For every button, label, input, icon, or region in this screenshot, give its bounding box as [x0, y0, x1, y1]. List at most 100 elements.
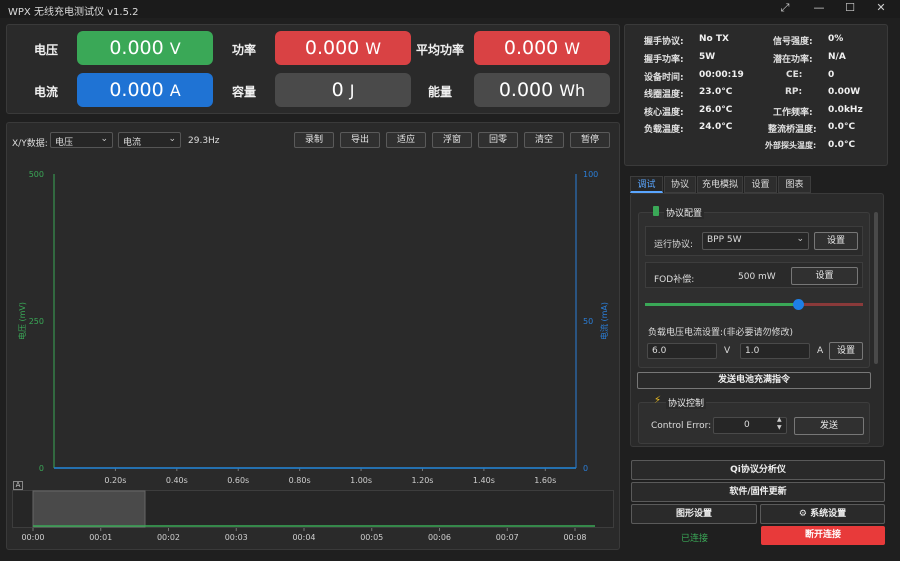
gear-icon: ⚙ — [798, 509, 807, 519]
overview-tick-label: 00:00 — [21, 533, 44, 542]
info-label: RP: — [785, 87, 803, 97]
capacity-unit: J — [349, 80, 355, 100]
maximize-icon[interactable]: ☐ — [835, 0, 865, 18]
info-value: No TX — [699, 34, 729, 44]
y-right-axis-label: 电流 (mA) — [599, 302, 609, 340]
info-value: 0 — [828, 70, 835, 80]
disconnect-button[interactable]: 断开连接 — [761, 526, 885, 545]
info-label: CE: — [786, 70, 803, 80]
overview-chart[interactable]: 00:00 00:01 00:02 00:03 00:04 00:05 00:06 00:07… — [12, 490, 614, 546]
current-input[interactable]: 1.0 — [740, 343, 810, 359]
info-value: 24.0°C — [699, 122, 733, 132]
tab-debug[interactable]: 调试 — [630, 176, 663, 193]
energy-label: 能量 — [428, 85, 453, 99]
minimize-icon[interactable]: — — [804, 0, 834, 18]
overview-window[interactable] — [32, 490, 146, 528]
y-right-tick: 100 — [583, 170, 598, 179]
overview-tick-label: 00:03 — [225, 533, 248, 542]
chevron-down-icon: ⌄ — [168, 134, 176, 144]
info-label: 外部探头温度: — [765, 141, 817, 150]
voltage-label: 电压 — [34, 43, 59, 57]
pause-button[interactable]: 暂停 — [570, 132, 610, 148]
window-title: WPX 无线充电测试仪 v1.5.2 — [8, 7, 139, 18]
power-card: 0.000 W — [275, 31, 411, 65]
info-label: 设备时间: — [644, 73, 684, 83]
voltage-unit: V — [169, 38, 181, 58]
system-settings-label: 系统设置 — [810, 509, 847, 519]
run-protocol-select[interactable]: BPP 5W ⌄ — [702, 232, 809, 250]
power-value: 0.000 — [304, 37, 360, 59]
x-tick-label: 1.20s — [411, 476, 433, 485]
collapse-overview-button[interactable]: A — [13, 481, 23, 490]
info-label: 握手功率: — [644, 55, 684, 65]
control-error-input[interactable]: 0 — [713, 417, 787, 434]
run-protocol-set-button[interactable]: 设置 — [814, 232, 858, 250]
info-label: 负载温度: — [644, 125, 684, 135]
info-value: N/A — [828, 52, 846, 62]
info-value: 5W — [699, 52, 716, 62]
tab-charts[interactable]: 图表 — [778, 176, 811, 193]
firmware-update-button[interactable]: 软件/固件更新 — [631, 482, 885, 502]
current-unit-label: A — [817, 346, 824, 356]
y-data-value: 电流 — [123, 138, 142, 148]
scrollbar[interactable] — [874, 212, 878, 364]
power-unit: W — [365, 38, 382, 58]
title-bar: WPX 无线充电测试仪 v1.5.2 ⤢ — ☐ ✕ — [0, 0, 900, 18]
export-button[interactable]: 导出 — [340, 132, 380, 148]
capacity-label: 容量 — [232, 85, 257, 99]
overview-tick-label: 00:06 — [428, 533, 451, 542]
voltage-card: 0.000 V — [77, 31, 213, 65]
close-icon[interactable]: ✕ — [866, 0, 896, 18]
slider-fill — [645, 303, 798, 306]
overview-tick-label: 00:04 — [292, 533, 315, 542]
reset-zero-button[interactable]: 回零 — [478, 132, 518, 148]
current-card: 0.000 A — [77, 73, 213, 107]
fod-value: 500 mW — [738, 272, 776, 282]
tab-protocol[interactable]: 协议 — [664, 176, 696, 193]
info-label: 握手协议: — [644, 37, 684, 47]
protocol-control-title: 协议控制 — [666, 396, 707, 409]
y-left-tick: 0 — [39, 464, 44, 473]
info-value: 0.0°C — [828, 140, 856, 150]
float-window-button[interactable]: 浮窗 — [432, 132, 472, 148]
fod-label: FOD补偿: — [654, 275, 695, 285]
system-settings-button[interactable]: ⚙ 系统设置 — [760, 504, 885, 524]
battery-icon — [653, 206, 659, 216]
x-tick-label: 0.60s — [227, 476, 249, 485]
energy-value: 0.000 — [498, 79, 554, 101]
chevron-down-icon: ⌄ — [100, 134, 108, 144]
send-full-charge-button[interactable]: 发送电池充满指令 — [637, 372, 871, 389]
chevron-down-icon: ⌄ — [796, 234, 804, 244]
capacity-card: 0J — [275, 73, 411, 107]
y-right-tick: 50 — [583, 317, 593, 326]
info-label: 信号强度: — [773, 37, 813, 47]
x-tick-label: 1.00s — [350, 476, 372, 485]
slider-thumb[interactable] — [793, 299, 804, 310]
power-label: 功率 — [232, 43, 257, 57]
x-data-select[interactable]: 电压 ⌄ — [50, 132, 113, 148]
connection-status: 已连接 — [681, 534, 709, 544]
load-set-button[interactable]: 设置 — [829, 342, 863, 360]
y-data-select[interactable]: 电流 ⌄ — [118, 132, 181, 148]
clear-button[interactable]: 清空 — [524, 132, 564, 148]
tab-settings[interactable]: 设置 — [744, 176, 777, 193]
protocol-config-title: 协议配置 — [664, 206, 705, 219]
fod-set-button[interactable]: 设置 — [791, 267, 858, 285]
fod-slider[interactable] — [645, 298, 863, 312]
voltage-input[interactable]: 6.0 — [647, 343, 717, 359]
send-control-error-button[interactable]: 发送 — [794, 417, 864, 435]
tab-charge-simulation[interactable]: 充电模拟 — [697, 176, 743, 193]
record-button[interactable]: 录制 — [294, 132, 334, 148]
x-tick-label: 0.20s — [104, 476, 126, 485]
fit-button[interactable]: 适应 — [386, 132, 426, 148]
y-left-tick: 250 — [29, 317, 44, 326]
x-ticks: 0.20s 0.40s 0.60s 0.80s 1.00s 1.20s 1.40s 1.60s — [104, 468, 556, 485]
spin-arrows-icon[interactable]: ▲ ▼ — [777, 416, 782, 432]
qi-analyzer-button[interactable]: Qi协议分析仪 — [631, 460, 885, 480]
overview-ticks: 00:00 00:01 00:02 00:03 00:04 00:05 00:06 00:07… — [21, 528, 587, 542]
info-label: 核心温度: — [644, 108, 684, 118]
restore-icon[interactable]: ⤢ — [770, 0, 800, 18]
main-chart[interactable]: 500 250 0 100 50 0 电压 (mV) 电流 (mA) 0.20s… — [8, 160, 618, 490]
overview-tick-label: 00:05 — [360, 533, 383, 542]
graphics-settings-button[interactable]: 图形设置 — [631, 504, 757, 524]
